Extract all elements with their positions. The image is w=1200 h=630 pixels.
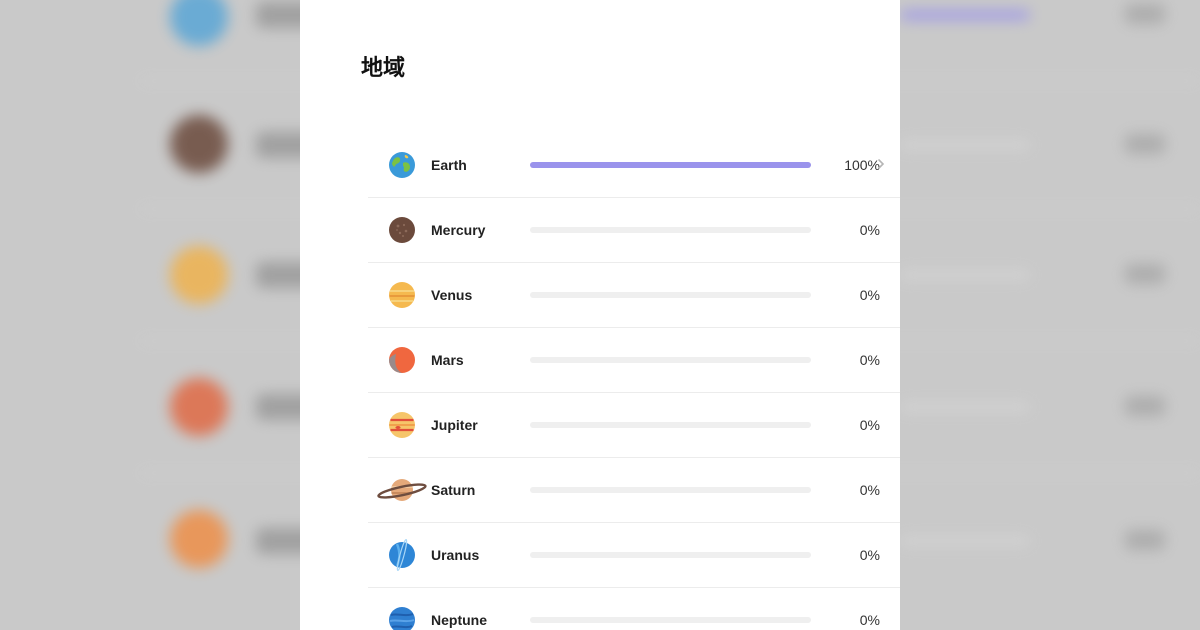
- percent-label: 0%: [859, 417, 880, 433]
- uranus-icon: [388, 538, 416, 572]
- planet-name: Neptune: [431, 612, 487, 628]
- planet-row-neptune[interactable]: Neptune 0%: [368, 588, 900, 630]
- backdrop-pct: [1125, 134, 1165, 154]
- planet-row-mercury[interactable]: Mercury 0%: [368, 198, 900, 263]
- planet-row-venus[interactable]: Venus 0%: [368, 263, 900, 328]
- planet-row-earth[interactable]: Earth 100%: [368, 133, 900, 198]
- planet-name: Mars: [431, 352, 464, 368]
- progress-fill: [530, 162, 811, 168]
- backdrop-bar: [900, 402, 1030, 412]
- backdrop-planet: [170, 115, 228, 173]
- saturn-icon: [377, 476, 427, 504]
- percent-label: 0%: [859, 222, 880, 238]
- progress-track: [530, 422, 811, 428]
- progress-track: [530, 227, 811, 233]
- progress-track: [530, 292, 811, 298]
- region-panel: 地域 Earth 100% Mercury 0% Venus 0% Mars 0…: [300, 0, 900, 630]
- backdrop-bar: [900, 270, 1030, 280]
- backdrop-planet: [170, 246, 228, 304]
- percent-label: 0%: [859, 287, 880, 303]
- backdrop-pct: [1125, 4, 1165, 24]
- percent-label: 0%: [859, 482, 880, 498]
- mercury-icon: [388, 216, 416, 244]
- progress-track: [530, 487, 811, 493]
- backdrop-pct: [1125, 530, 1165, 550]
- progress-track: [530, 162, 811, 168]
- planet-row-saturn[interactable]: Saturn 0%: [368, 458, 900, 523]
- percent-label: 0%: [859, 547, 880, 563]
- backdrop-bar: [900, 536, 1030, 546]
- planet-row-jupiter[interactable]: Jupiter 0%: [368, 393, 900, 458]
- progress-track: [530, 552, 811, 558]
- panel-title: 地域: [361, 56, 406, 81]
- mars-icon: [388, 346, 416, 374]
- percent-label: 100%: [844, 157, 880, 173]
- venus-icon: [388, 281, 416, 309]
- planet-name: Saturn: [431, 482, 476, 498]
- chevron-right-icon[interactable]: [876, 154, 886, 174]
- planet-name: Uranus: [431, 547, 480, 563]
- planet-name: Earth: [431, 157, 467, 173]
- neptune-icon: [388, 606, 416, 630]
- backdrop-pct: [1125, 396, 1165, 416]
- backdrop-planet: [170, 0, 228, 46]
- progress-track: [530, 357, 811, 363]
- planet-name: Jupiter: [431, 417, 478, 433]
- backdrop-bar: [900, 10, 1030, 20]
- planet-list: Earth 100% Mercury 0% Venus 0% Mars 0% J…: [368, 133, 900, 630]
- backdrop-planet: [170, 378, 228, 436]
- planet-row-mars[interactable]: Mars 0%: [368, 328, 900, 393]
- backdrop-bar: [900, 140, 1030, 150]
- planet-row-uranus[interactable]: Uranus 0%: [368, 523, 900, 588]
- backdrop-pct: [1125, 264, 1165, 284]
- earth-icon: [388, 151, 416, 179]
- percent-label: 0%: [859, 612, 880, 628]
- planet-name: Venus: [431, 287, 473, 303]
- jupiter-icon: [388, 411, 416, 439]
- backdrop-planet: [170, 510, 228, 568]
- planet-name: Mercury: [431, 222, 486, 238]
- percent-label: 0%: [859, 352, 880, 368]
- progress-track: [530, 617, 811, 623]
